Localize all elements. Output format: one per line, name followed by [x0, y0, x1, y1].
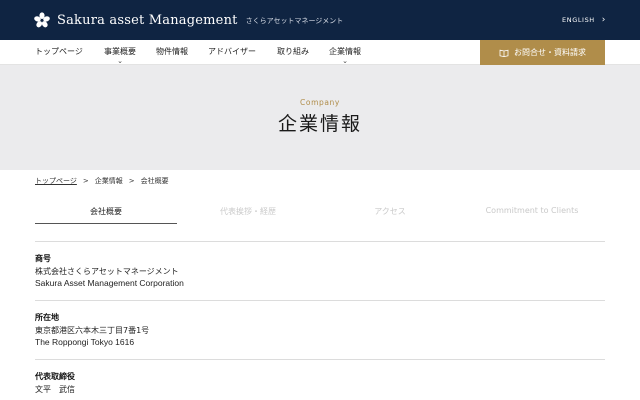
language-label: ENGLISH	[562, 16, 595, 24]
tab-access[interactable]: アクセス	[319, 197, 461, 224]
row-label-representative: 代表取締役	[35, 372, 75, 381]
row-label-trade-name: 商号	[35, 254, 51, 263]
contact-request-button[interactable]: お問合せ・資料請求	[480, 40, 605, 65]
book-icon	[499, 49, 509, 57]
breadcrumb-item-company[interactable]: 企業情報	[95, 176, 123, 186]
breadcrumb: トップページ > 企業情報 > 会社概要	[35, 176, 169, 186]
nav-item-business[interactable]: 事業概要 ⌄	[104, 46, 136, 65]
contact-request-label: お問合せ・資料請求	[514, 48, 586, 57]
nav-item-label: トップページ	[35, 47, 83, 56]
divider	[35, 300, 605, 301]
nav-item-advisor[interactable]: アドバイザー	[208, 46, 256, 57]
page-title-en: Company	[300, 98, 340, 107]
row-value-trade-name-en: Sakura Asset Management Corporation	[35, 278, 184, 288]
nav-item-label: 物件情報	[156, 47, 188, 56]
site-logo[interactable]: Sakura asset Management さくらアセットマネージメント	[34, 12, 343, 28]
chevron-right-icon: ›	[601, 15, 606, 25]
breadcrumb-separator: >	[128, 177, 135, 185]
row-value-address: 東京都港区六本木三丁目7番1号	[35, 326, 150, 335]
row-value-representative: 文平 武信	[35, 385, 75, 394]
page-title: 企業情報	[277, 113, 362, 135]
tab-commitment[interactable]: Commitment to Clients	[461, 197, 603, 224]
divider	[35, 359, 605, 360]
breadcrumb-separator: >	[82, 177, 89, 185]
divider	[35, 241, 605, 242]
breadcrumb-current: 会社概要	[140, 177, 169, 185]
tab-message[interactable]: 代表挨拶・経歴	[177, 197, 319, 224]
row-value-trade-name-ja: 株式会社さくらアセットマネージメント	[35, 267, 179, 276]
nav-item-top[interactable]: トップページ	[35, 46, 83, 57]
company-tabs: 会社概要 代表挨拶・経歴 アクセス Commitment to Clients	[35, 197, 605, 224]
nav-item-label: アドバイザー	[208, 47, 256, 56]
chevron-down-icon: ⌄	[117, 57, 123, 65]
logo-text: Sakura asset Management	[57, 12, 238, 28]
nav-item-label: 取り組み	[277, 47, 309, 56]
logo-subtitle: さくらアセットマネージメント	[245, 17, 344, 25]
tab-overview[interactable]: 会社概要	[35, 197, 177, 224]
row-value-building: The Roppongi Tokyo 1616	[35, 337, 135, 347]
chevron-down-icon: ⌄	[342, 57, 348, 65]
nav-item-initiatives[interactable]: 取り組み	[277, 46, 309, 57]
nav-item-properties[interactable]: 物件情報	[156, 46, 188, 57]
breadcrumb-link-top[interactable]: トップページ	[35, 176, 77, 186]
language-switch-link[interactable]: ENGLISH ›	[562, 15, 606, 25]
nav-item-label: 事業概要	[104, 47, 136, 56]
nav-item-company[interactable]: 企業情報 ⌄	[329, 46, 361, 65]
row-label-address: 所在地	[35, 313, 59, 322]
page-hero: Company 企業情報	[0, 65, 640, 170]
sakura-flower-icon	[34, 12, 50, 28]
nav-item-label: 企業情報	[329, 47, 361, 56]
top-bar: Sakura asset Management さくらアセットマネージメント E…	[0, 0, 640, 40]
